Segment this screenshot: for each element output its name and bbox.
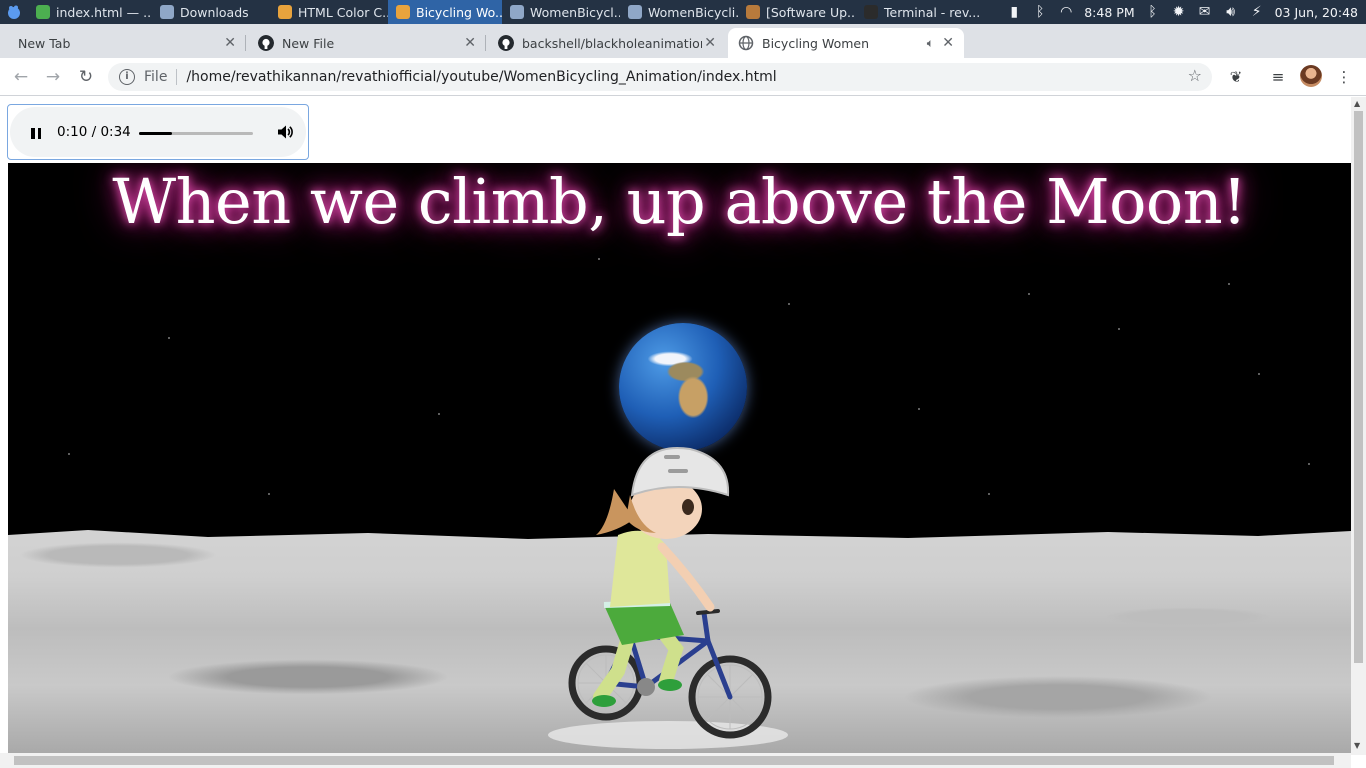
earth-image	[619, 323, 747, 451]
media-controls-icon[interactable]: ≡	[1268, 67, 1288, 87]
info-icon[interactable]: i	[119, 69, 135, 85]
headline: When we climb, up above the Moon!	[112, 165, 1247, 238]
profile-avatar[interactable]	[1300, 65, 1322, 87]
system-tray: ▮ ᛒ ◠ 8:48 PM ᛒ ✹ ✉ 🔊︎ ⚡︎ 03 Jun, 20:48	[1006, 0, 1366, 24]
github-icon	[498, 35, 514, 51]
folder-icon	[628, 5, 642, 19]
tab-label: backshell/blackholeanimation	[522, 35, 702, 51]
taskbar-task[interactable]: WomenBicycl...	[502, 0, 620, 24]
close-tab-icon[interactable]: ✕	[464, 35, 476, 51]
url-text[interactable]: /home/revathikannan/revathiofficial/yout…	[186, 69, 776, 85]
back-button[interactable]: ←	[10, 66, 32, 88]
close-tab-icon[interactable]: ✕	[704, 35, 716, 51]
audio-player[interactable]: 0:10 / 0:34	[7, 104, 309, 160]
tab-label: New File	[282, 35, 335, 51]
clock[interactable]: 8:48 PM	[1084, 5, 1134, 20]
taskbar-task[interactable]: Downloads	[152, 0, 270, 24]
forward-button[interactable]: →	[42, 66, 64, 88]
vertical-scrollbar[interactable]: ▲ ▼	[1351, 97, 1366, 755]
browser-tab-strip: New Tab ✕ New File ✕ backshell/blackhole…	[0, 24, 1366, 76]
bluetooth-icon[interactable]: ᛒ	[1032, 4, 1048, 20]
reload-button[interactable]: ↻	[75, 66, 97, 88]
taskbar-task-label: HTML Color C...	[298, 4, 388, 20]
battery-icon[interactable]: ▮	[1006, 4, 1022, 20]
star	[918, 408, 920, 410]
more-menu-icon[interactable]: ⋮	[1334, 67, 1354, 87]
star	[788, 303, 790, 305]
star	[1308, 463, 1310, 465]
package-icon	[746, 5, 760, 19]
bookmark-star-icon[interactable]: ☆	[1188, 66, 1202, 85]
power-icon[interactable]: ⚡︎	[1249, 4, 1265, 20]
taskbar-task-label: WomenBicycli...	[648, 4, 738, 20]
address-bar[interactable]: i File /home/revathikannan/revathioffici…	[108, 63, 1212, 91]
tab-blackhole-animation[interactable]: backshell/blackholeanimation ✕	[488, 28, 726, 58]
tab-bicycling-women[interactable]: Bicycling Women 🔈︎ ✕	[728, 28, 964, 58]
taskbar-task-label: Downloads	[180, 4, 249, 20]
taskbar-task-label: [Software Up...	[766, 4, 856, 20]
star	[68, 453, 70, 455]
chrome-icon	[278, 5, 292, 19]
os-taskbar: index.html — ... Downloads HTML Color C...…	[0, 0, 1366, 24]
taskbar-task-label: Bicycling Wo...	[416, 4, 502, 20]
close-tab-icon[interactable]: ✕	[942, 35, 954, 51]
seek-slider[interactable]	[139, 132, 253, 135]
folder-icon	[160, 5, 174, 19]
extension-icon[interactable]: ❦	[1226, 67, 1246, 87]
volume-icon[interactable]	[276, 123, 294, 141]
audio-time: 0:10 / 0:34	[57, 124, 131, 140]
tab-new-tab[interactable]: New Tab ✕	[8, 28, 246, 58]
taskbar-task[interactable]: [Software Up...	[738, 0, 856, 24]
chrome-icon	[396, 5, 410, 19]
girl-on-bicycle-image	[548, 447, 788, 749]
star	[1028, 293, 1030, 295]
url-scheme: File	[144, 69, 168, 85]
animation-stage: When we climb, up above the Moon!	[8, 163, 1351, 753]
horizontal-scrollbar[interactable]	[0, 753, 1351, 768]
page-content: 0:10 / 0:34 When we climb, up above the …	[0, 97, 1366, 768]
terminal-icon	[864, 5, 878, 19]
tab-new-file[interactable]: New File ✕	[248, 28, 486, 58]
tab-audio-playing-icon[interactable]: 🔈︎	[927, 36, 934, 51]
xfce-mouse-icon	[8, 5, 20, 19]
star	[1228, 283, 1230, 285]
star	[598, 258, 600, 260]
taskbar-task-label: Terminal - rev...	[884, 4, 980, 20]
star	[1258, 373, 1260, 375]
star	[988, 493, 990, 495]
taskbar-task[interactable]: index.html — ...	[28, 0, 152, 24]
taskbar-task-label: WomenBicycl...	[530, 4, 620, 20]
taskbar-task[interactable]: Bicycling Wo...	[388, 0, 502, 24]
atom-icon	[36, 5, 50, 19]
star	[168, 337, 170, 339]
date-time[interactable]: 03 Jun, 20:48	[1275, 5, 1358, 20]
taskbar-task[interactable]: HTML Color C...	[270, 0, 388, 24]
mail-icon[interactable]: ✉	[1197, 4, 1213, 20]
star	[438, 413, 440, 415]
volume-icon[interactable]: 🔊︎	[1223, 4, 1239, 20]
globe-icon	[738, 35, 754, 51]
star	[268, 493, 270, 495]
applications-menu-button[interactable]	[0, 0, 28, 24]
tab-label: Bicycling Women	[762, 35, 870, 51]
taskbar-task[interactable]: WomenBicycli...	[620, 0, 738, 24]
taskbar-task-label: index.html — ...	[56, 4, 152, 20]
browser-toolbar: ← → ↻ i File /home/revathikannan/revathi…	[0, 58, 1366, 96]
taskbar-task[interactable]: Terminal - rev...	[856, 0, 980, 24]
close-tab-icon[interactable]: ✕	[224, 35, 236, 51]
pause-icon[interactable]	[31, 128, 41, 139]
tab-label: New Tab	[18, 35, 71, 51]
github-icon	[258, 35, 274, 51]
wifi-icon[interactable]: ◠	[1058, 4, 1074, 20]
bluetooth-applet-icon[interactable]: ᛒ	[1145, 4, 1161, 20]
settings-icon[interactable]: ✹	[1171, 4, 1187, 20]
folder-icon	[510, 5, 524, 19]
star	[1118, 328, 1120, 330]
